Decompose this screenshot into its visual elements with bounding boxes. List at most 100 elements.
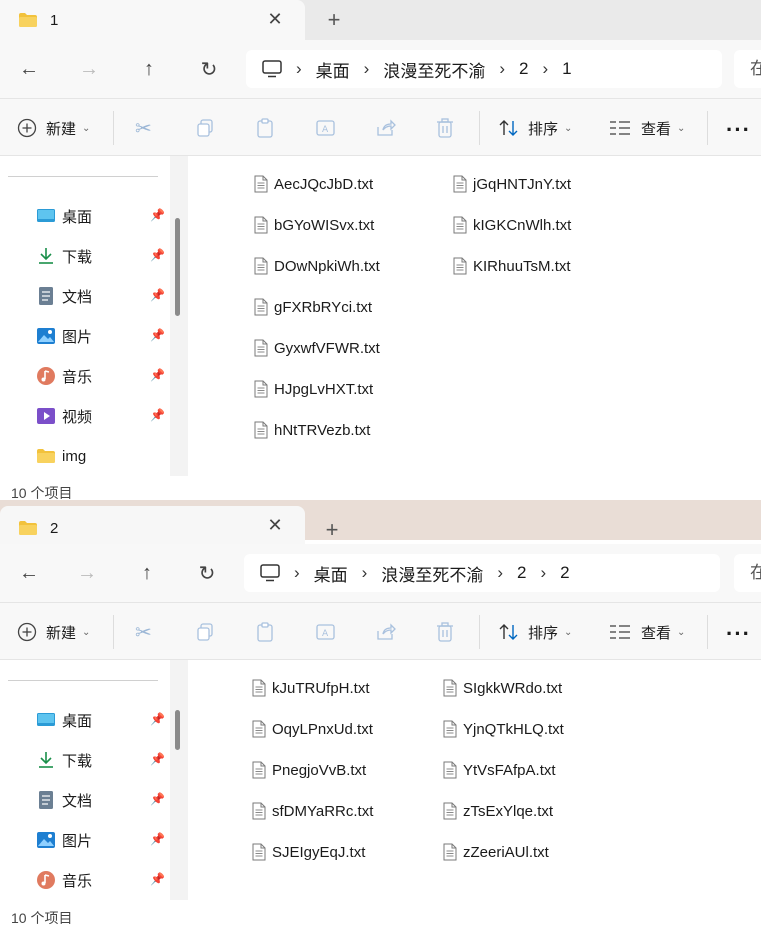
breadcrumb-item[interactable]: 2 bbox=[519, 59, 528, 79]
copy-icon[interactable] bbox=[195, 99, 215, 157]
new-tab-icon[interactable]: + bbox=[322, 7, 346, 32]
breadcrumb-item[interactable]: 桌面 bbox=[316, 57, 350, 82]
scrollbar-thumb[interactable] bbox=[175, 710, 180, 750]
address-bar[interactable]: › 桌面 › 浪漫至死不渝 › 2 › 1 bbox=[246, 50, 722, 88]
rename-icon[interactable]: A bbox=[315, 603, 337, 661]
sidebar-item[interactable]: 音乐 📌 bbox=[36, 362, 168, 390]
breadcrumb-separator-icon[interactable]: › bbox=[542, 59, 548, 79]
file-item[interactable]: SJEIgyEqJ.txt bbox=[252, 840, 365, 864]
file-item[interactable]: KIRhuuTsM.txt bbox=[453, 254, 571, 278]
refresh-icon[interactable]: ↻ bbox=[196, 56, 222, 82]
sidebar-item[interactable]: 图片 📌 bbox=[36, 322, 168, 350]
pin-icon[interactable]: 📌 bbox=[150, 832, 165, 846]
refresh-icon[interactable]: ↻ bbox=[194, 560, 220, 586]
paste-icon[interactable] bbox=[255, 99, 275, 157]
back-arrow-icon[interactable]: ← bbox=[16, 560, 42, 586]
file-item[interactable]: gFXRbRYci.txt bbox=[254, 295, 372, 319]
forward-arrow-icon[interactable]: → bbox=[76, 56, 102, 82]
breadcrumb-item[interactable]: 浪漫至死不渝 bbox=[383, 57, 485, 82]
sidebar-scrollbar[interactable] bbox=[170, 660, 188, 900]
file-item[interactable]: bGYoWISvx.txt bbox=[254, 213, 374, 237]
share-icon[interactable] bbox=[375, 99, 397, 157]
pin-icon[interactable]: 📌 bbox=[150, 752, 165, 766]
breadcrumb-item[interactable]: 桌面 bbox=[314, 561, 348, 586]
search-input[interactable]: 在 bbox=[734, 50, 761, 88]
file-item[interactable]: zTsExYlqe.txt bbox=[443, 799, 553, 823]
file-item[interactable]: hNtTRVezb.txt bbox=[254, 418, 370, 442]
search-input[interactable]: 在 bbox=[734, 554, 761, 592]
delete-icon[interactable] bbox=[435, 603, 455, 661]
sidebar-item[interactable]: 桌面 📌 bbox=[36, 706, 168, 734]
sidebar-item[interactable]: 图片 📌 bbox=[36, 826, 168, 854]
file-item[interactable]: kJuTRUfpH.txt bbox=[252, 676, 370, 700]
pin-icon[interactable]: 📌 bbox=[150, 248, 165, 262]
pin-icon[interactable]: 📌 bbox=[150, 328, 165, 342]
sidebar-item[interactable]: 下载 📌 bbox=[36, 242, 168, 270]
file-item[interactable]: AecJQcJbD.txt bbox=[254, 172, 373, 196]
pin-icon[interactable]: 📌 bbox=[150, 208, 165, 222]
address-bar[interactable]: › 桌面 › 浪漫至死不渝 › 2 › 2 bbox=[244, 554, 720, 592]
more-options-icon[interactable]: ··· bbox=[726, 117, 751, 143]
new-tab-icon[interactable]: + bbox=[320, 517, 344, 542]
forward-arrow-icon[interactable]: → bbox=[74, 560, 100, 586]
cut-icon[interactable]: ✂ bbox=[135, 99, 152, 157]
sidebar-item[interactable]: 视频 📌 bbox=[36, 402, 168, 430]
view-button[interactable]: 查看 ⌄ bbox=[609, 99, 685, 157]
share-icon[interactable] bbox=[375, 603, 397, 661]
rename-icon[interactable]: A bbox=[315, 99, 337, 157]
breadcrumb-item[interactable]: 2 bbox=[560, 563, 569, 583]
file-item[interactable]: SIgkkWRdo.txt bbox=[443, 676, 562, 700]
up-arrow-icon[interactable]: ↑ bbox=[136, 56, 162, 82]
breadcrumb-item[interactable]: 1 bbox=[562, 59, 571, 79]
sidebar-item[interactable]: 下载 📌 bbox=[36, 746, 168, 774]
close-tab-icon[interactable]: ✕ bbox=[265, 515, 285, 535]
sidebar-item[interactable]: 文档 📌 bbox=[36, 786, 168, 814]
pin-icon[interactable]: 📌 bbox=[150, 408, 165, 422]
cut-icon[interactable]: ✂ bbox=[135, 603, 152, 661]
copy-icon[interactable] bbox=[195, 603, 215, 661]
breadcrumb-separator-icon[interactable]: › bbox=[499, 59, 505, 79]
breadcrumb-separator-icon[interactable]: › bbox=[364, 59, 370, 79]
sidebar-item[interactable]: 文档 📌 bbox=[36, 282, 168, 310]
file-item[interactable]: HJpgLvHXT.txt bbox=[254, 377, 373, 401]
more-options-icon[interactable]: ··· bbox=[726, 621, 751, 647]
close-tab-icon[interactable]: ✕ bbox=[265, 9, 285, 29]
file-item[interactable]: kIGKCnWlh.txt bbox=[453, 213, 571, 237]
breadcrumb-separator-icon[interactable]: › bbox=[540, 563, 546, 583]
sidebar-scrollbar[interactable] bbox=[170, 156, 188, 476]
sort-button[interactable]: 排序 ⌄ bbox=[498, 99, 572, 157]
file-item[interactable]: YtVsFAfpA.txt bbox=[443, 758, 556, 782]
tab-current-folder[interactable]: 1 ✕ bbox=[0, 0, 305, 40]
file-item[interactable]: jGqHNTJnY.txt bbox=[453, 172, 571, 196]
pin-icon[interactable]: 📌 bbox=[150, 368, 165, 382]
new-button[interactable]: 新建 ⌄ bbox=[16, 99, 90, 157]
up-arrow-icon[interactable]: ↑ bbox=[134, 560, 160, 586]
pin-icon[interactable]: 📌 bbox=[150, 872, 165, 886]
sidebar-item[interactable]: 桌面 📌 bbox=[36, 202, 168, 230]
file-item[interactable]: PnegjoVvB.txt bbox=[252, 758, 366, 782]
file-item[interactable]: GyxwfVFWR.txt bbox=[254, 336, 380, 360]
file-item[interactable]: sfDMYaRRc.txt bbox=[252, 799, 373, 823]
back-arrow-icon[interactable]: ← bbox=[16, 56, 42, 82]
breadcrumb-separator-icon[interactable]: › bbox=[362, 563, 368, 583]
breadcrumb-separator-icon[interactable]: › bbox=[296, 59, 302, 79]
pin-icon[interactable]: 📌 bbox=[150, 712, 165, 726]
sidebar-item[interactable]: img bbox=[36, 442, 168, 470]
breadcrumb-separator-icon[interactable]: › bbox=[294, 563, 300, 583]
file-item[interactable]: zZeeriAUl.txt bbox=[443, 840, 549, 864]
pin-icon[interactable]: 📌 bbox=[150, 792, 165, 806]
scrollbar-thumb[interactable] bbox=[175, 218, 180, 316]
breadcrumb-separator-icon[interactable]: › bbox=[497, 563, 503, 583]
sort-button[interactable]: 排序 ⌄ bbox=[498, 603, 572, 661]
view-button[interactable]: 查看 ⌄ bbox=[609, 603, 685, 661]
delete-icon[interactable] bbox=[435, 99, 455, 157]
paste-icon[interactable] bbox=[255, 603, 275, 661]
new-button[interactable]: 新建 ⌄ bbox=[16, 603, 90, 661]
file-item[interactable]: YjnQTkHLQ.txt bbox=[443, 717, 564, 741]
sidebar-item[interactable]: 音乐 📌 bbox=[36, 866, 168, 894]
file-item[interactable]: OqyLPnxUd.txt bbox=[252, 717, 373, 741]
file-item[interactable]: DOwNpkiWh.txt bbox=[254, 254, 380, 278]
breadcrumb-item[interactable]: 浪漫至死不渝 bbox=[381, 561, 483, 586]
pin-icon[interactable]: 📌 bbox=[150, 288, 165, 302]
breadcrumb-item[interactable]: 2 bbox=[517, 563, 526, 583]
